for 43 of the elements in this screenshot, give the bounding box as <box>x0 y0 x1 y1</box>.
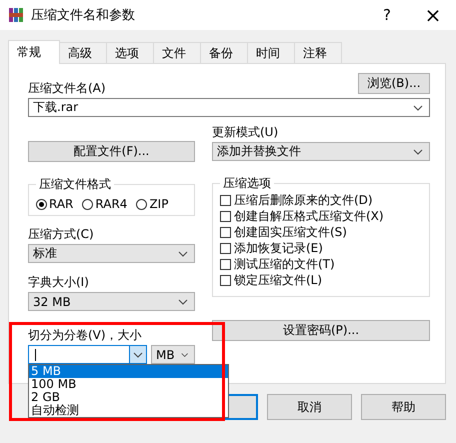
field-label: 压缩方式(C) <box>28 227 95 241</box>
checkbox-option[interactable]: 测试压缩的文件(T) <box>220 256 429 272</box>
field-label: 切分为分卷(V)，大小 <box>28 328 143 342</box>
group-title: 压缩文件格式 <box>38 176 112 193</box>
filename-combo[interactable]: 下载.rar <box>28 98 430 117</box>
chevron-icon <box>413 104 423 110</box>
split-size-combo[interactable] <box>28 345 147 364</box>
checkbox-option[interactable]: 添加恢复记录(E) <box>220 240 429 256</box>
window-title: 压缩文件名和参数 <box>31 7 135 24</box>
tab[interactable]: 注释 <box>294 42 342 63</box>
checkbox-option[interactable]: 创建自解压格式压缩文件(X) <box>220 208 429 224</box>
update-mode-combo[interactable]: 添加并替换文件 <box>212 142 430 161</box>
unit-combo[interactable]: MB <box>151 345 195 364</box>
profiles-button[interactable]: 配置文件(F)... <box>28 141 195 162</box>
radio-option[interactable]: ZIP <box>136 197 168 211</box>
close-button[interactable]: × <box>410 0 456 30</box>
books-icon <box>8 7 24 23</box>
radio-option[interactable]: RAR <box>36 197 74 211</box>
help-button[interactable]: ? <box>364 0 410 30</box>
chevron-icon <box>133 352 143 358</box>
chevron-icon <box>413 148 423 154</box>
dialog-button[interactable]: 帮助 <box>361 394 446 420</box>
chevron-icon <box>180 352 188 358</box>
method-combo[interactable]: 标准 <box>28 244 195 263</box>
browse-button[interactable]: 浏览(B)... <box>358 73 430 94</box>
tab[interactable]: 常规 <box>8 40 60 64</box>
chevron-icon <box>178 298 188 304</box>
chevron-icon <box>178 250 188 256</box>
checkbox-option[interactable]: 锁定压缩文件(L) <box>220 272 429 288</box>
dictionary-combo[interactable]: 32 MB <box>28 292 195 311</box>
field-label: 字典大小(I) <box>28 275 90 289</box>
password-button[interactable]: 设置密码(P)... <box>212 320 430 341</box>
dialog-button[interactable]: 取消 <box>267 394 352 420</box>
field-label: 压缩文件名(A) <box>28 81 106 95</box>
dropdown-item[interactable]: 5 MB <box>29 365 228 378</box>
dropdown-item[interactable]: 自动检测 <box>29 404 228 417</box>
radio-option[interactable]: RAR4 <box>82 197 128 211</box>
checkbox-option[interactable]: 创建固实压缩文件(S) <box>220 224 429 240</box>
checkbox-option[interactable]: 压缩后删除原来的文件(D) <box>220 192 429 208</box>
group-title: 压缩选项 <box>222 175 272 192</box>
dropdown-item[interactable]: 2 GB <box>29 391 228 404</box>
field-label: 更新模式(U) <box>212 125 280 139</box>
dropdown-item[interactable]: 100 MB <box>29 378 228 391</box>
